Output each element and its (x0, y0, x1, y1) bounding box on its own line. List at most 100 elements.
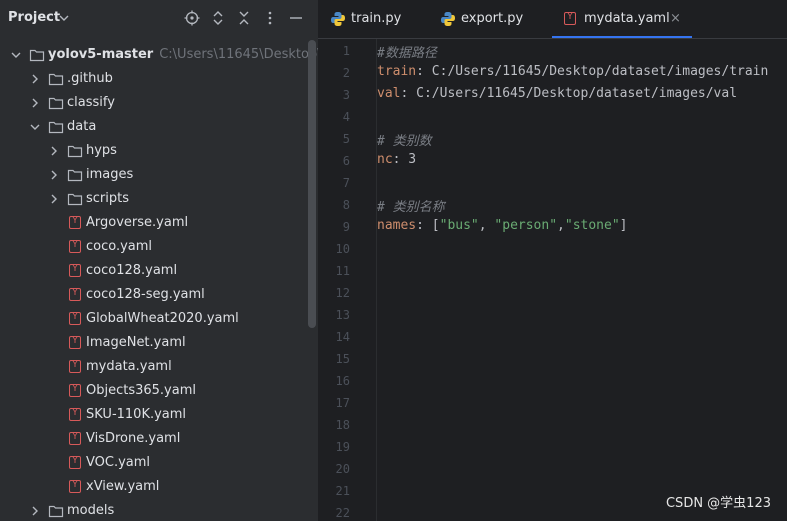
tree-item-label: images (86, 167, 134, 182)
tab-train-py[interactable]: train.py (330, 0, 430, 38)
expand-all-icon[interactable] (210, 10, 226, 26)
chevron-right-icon[interactable] (29, 97, 41, 109)
line-number: 6 (342, 154, 350, 168)
tree-item-label: data (67, 119, 97, 134)
tree-item-label: scripts (86, 191, 129, 206)
yaml-icon: Y (69, 240, 81, 253)
folder-icon (48, 73, 64, 86)
folder-icon (67, 145, 83, 158)
chevron-right-icon[interactable] (48, 145, 60, 157)
line-number: 11 (335, 264, 350, 278)
line-number: 10 (335, 242, 350, 256)
folder-icon (48, 97, 64, 110)
tree-item[interactable]: images (0, 163, 318, 187)
code-line: nc: 3 (377, 152, 417, 167)
project-title[interactable]: Project (8, 10, 60, 25)
code-line: #数据路径 (377, 46, 437, 61)
project-panel: Project yolov5-master C:\Users\11645\Desk… (0, 0, 318, 521)
code-line: # 类别数 (377, 134, 432, 149)
line-number: 2 (342, 66, 350, 80)
tree-item[interactable]: Ycoco128.yaml (0, 259, 318, 283)
tree-item[interactable]: Y VisDrone.yaml (0, 427, 318, 451)
tree-item[interactable]: hyps (0, 139, 318, 163)
folder-icon (48, 505, 64, 518)
code-line: val: C:/Users/11645/Desktop/dataset/imag… (377, 86, 738, 101)
yaml-icon: Y (69, 216, 81, 229)
tree-item[interactable]: models (0, 499, 318, 521)
yaml-icon: Y (69, 456, 81, 469)
tree-item[interactable]: Y VOC.yaml (0, 451, 318, 475)
chevron-down-icon[interactable] (10, 49, 22, 61)
close-icon[interactable]: × (670, 11, 681, 26)
more-options-icon[interactable] (262, 10, 278, 26)
tab-label: mydata.yaml (584, 11, 670, 26)
line-number: 22 (335, 506, 350, 520)
tab-label: export.py (461, 11, 524, 26)
line-number: 15 (335, 352, 350, 366)
tree-item[interactable]: Ycoco.yaml (0, 235, 318, 259)
yaml-icon: Y (69, 336, 81, 349)
tree-item-label: coco128-seg.yaml (86, 287, 205, 302)
editor: train.py export.py Y mydata.yaml × 12345… (318, 0, 787, 521)
project-panel-header: Project (0, 0, 318, 36)
tree-item-label: Argoverse.yaml (86, 215, 189, 230)
chevron-right-icon[interactable] (29, 73, 41, 85)
folder-icon (29, 49, 45, 62)
line-number: 9 (342, 220, 350, 234)
editor-tabs: train.py export.py Y mydata.yaml × (318, 0, 787, 39)
tree-item[interactable]: classify (0, 91, 318, 115)
folder-icon (48, 121, 64, 134)
tree-item[interactable]: Y GlobalWheat2020.yaml (0, 307, 318, 331)
tree-item[interactable]: data (0, 115, 318, 139)
line-number-gutter: 1 2 3 4 5 6 7 8 9 10 11 12 13 14 15 16 17 18 19 20 21 22 (318, 39, 377, 521)
chevron-right-icon[interactable] (29, 505, 41, 517)
watermark: CSDN @学虫123 (665, 496, 771, 511)
tree-item-label: classify (67, 95, 115, 110)
tree-item[interactable]: YxView.yaml (0, 475, 318, 499)
tree-item[interactable]: Y ImageNet.yaml (0, 331, 318, 355)
yaml-icon: Y (69, 312, 81, 325)
tree-item[interactable]: Y Argoverse.yaml (0, 211, 318, 235)
tree-item[interactable]: Ycoco128-seg.yaml (0, 283, 318, 307)
folder-icon (67, 169, 83, 182)
yaml-icon: Y (69, 360, 81, 373)
locate-icon[interactable] (184, 10, 200, 26)
root-path: C:\Users\11645\Desktop\Ac (159, 47, 318, 62)
tab-label: train.py (351, 11, 402, 26)
tree-item-label: coco.yaml (86, 239, 153, 254)
line-number: 5 (342, 132, 350, 146)
chevron-down-icon[interactable] (29, 121, 41, 133)
tree-item-label: ImageNet.yaml (86, 335, 186, 350)
tab-export-py[interactable]: export.py (440, 0, 550, 38)
tree-item-label: .github (67, 71, 113, 86)
line-number: 17 (335, 396, 350, 410)
line-number: 19 (335, 440, 350, 454)
line-number: 12 (335, 286, 350, 300)
tree-item-label: coco128.yaml (86, 263, 178, 278)
minimize-icon[interactable] (288, 10, 304, 26)
line-number: 14 (335, 330, 350, 344)
code-line: # 类别名称 (377, 200, 445, 215)
tree-item[interactable]: Ymydata.yaml (0, 355, 318, 379)
project-scrollbar[interactable] (308, 40, 316, 328)
tree-item[interactable]: .github (0, 67, 318, 91)
code-line: train: C:/Users/11645/Desktop/dataset/im… (377, 64, 769, 79)
chevron-right-icon[interactable] (48, 169, 60, 181)
line-number: 4 (342, 110, 350, 124)
yaml-icon: Y (69, 480, 81, 493)
line-number: 18 (335, 418, 350, 432)
tree-item[interactable]: scripts (0, 187, 318, 211)
tree-root-yolov5-master[interactable]: yolov5-master C:\Users\11645\Desktop\Ac (0, 43, 318, 67)
line-number: 13 (335, 308, 350, 322)
chevron-down-icon[interactable] (58, 12, 70, 24)
tab-mydata-yaml[interactable]: Y mydata.yaml × (564, 0, 692, 38)
line-number: 20 (335, 462, 350, 476)
tree-item[interactable]: Y SKU-110K.yaml (0, 403, 318, 427)
tree-item[interactable]: Y Objects365.yaml (0, 379, 318, 403)
root-name: yolov5-master (48, 47, 154, 62)
chevron-right-icon[interactable] (48, 193, 60, 205)
tree-item-label: GlobalWheat2020.yaml (86, 311, 239, 326)
yaml-icon: Y (69, 264, 81, 277)
collapse-all-icon[interactable] (236, 10, 252, 26)
line-number: 7 (342, 176, 350, 190)
